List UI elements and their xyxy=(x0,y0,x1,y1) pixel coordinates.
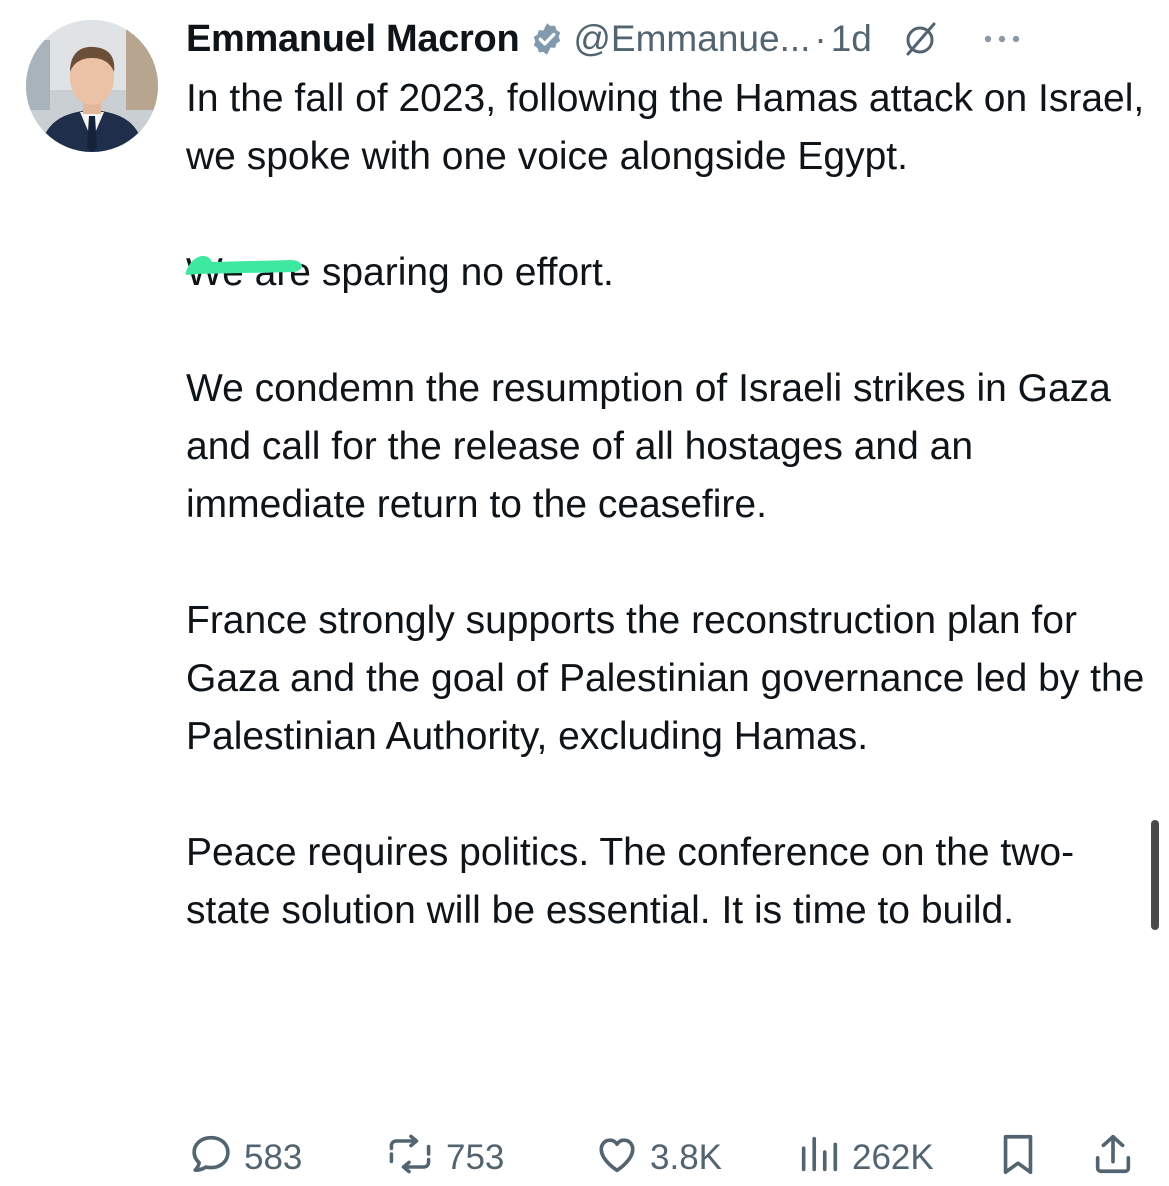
reply-button[interactable]: 583 xyxy=(188,1132,302,1184)
tweet-actions: 583 753 3.8K 262K xyxy=(186,1132,1146,1184)
like-button[interactable]: 3.8K xyxy=(594,1132,722,1184)
grok-slash-circle-icon[interactable] xyxy=(900,19,940,59)
tweet-text: In the fall of 2023, following the Hamas… xyxy=(185,70,1151,940)
highlight-annotation xyxy=(185,256,303,275)
repost-icon xyxy=(384,1131,436,1186)
scrollbar-thumb[interactable] xyxy=(1151,820,1159,930)
views-chart-icon xyxy=(796,1131,842,1186)
bookmark-icon xyxy=(998,1131,1038,1186)
more-dots-icon[interactable] xyxy=(982,32,1022,46)
tweet-paragraph-3: We condemn the resumption of Israeli str… xyxy=(186,367,1111,526)
tweet-paragraph-4: France strongly supports the reconstruct… xyxy=(186,599,1145,758)
tweet-paragraph-5: Peace requires politics. The conference … xyxy=(186,831,1075,932)
heart-icon xyxy=(594,1131,640,1186)
bookmark-button[interactable] xyxy=(998,1132,1038,1184)
tweet-header: Emmanuel Macron @Emmanue... · 1d xyxy=(186,10,1146,68)
like-count: 3.8K xyxy=(650,1138,722,1177)
verified-badge-icon[interactable] xyxy=(529,21,565,57)
avatar-photo xyxy=(26,20,158,152)
author-name[interactable]: Emmanuel Macron xyxy=(186,18,520,61)
repost-button[interactable]: 753 xyxy=(384,1132,504,1184)
reply-count: 583 xyxy=(244,1138,303,1177)
author-handle[interactable]: @Emmanue... xyxy=(573,18,810,60)
share-icon xyxy=(1090,1131,1136,1186)
tweet-timestamp[interactable]: 1d xyxy=(831,18,872,60)
views-count: 262K xyxy=(852,1138,934,1177)
repost-count: 753 xyxy=(446,1138,505,1177)
tweet-paragraph-2: We are sparing no effort. xyxy=(186,251,614,294)
header-separator: · xyxy=(814,18,827,59)
share-button[interactable] xyxy=(1090,1132,1136,1184)
avatar[interactable] xyxy=(26,20,158,152)
views-button[interactable]: 262K xyxy=(796,1132,934,1184)
reply-icon xyxy=(188,1131,234,1186)
tweet-paragraph-1: In the fall of 2023, following the Hamas… xyxy=(186,77,1145,178)
